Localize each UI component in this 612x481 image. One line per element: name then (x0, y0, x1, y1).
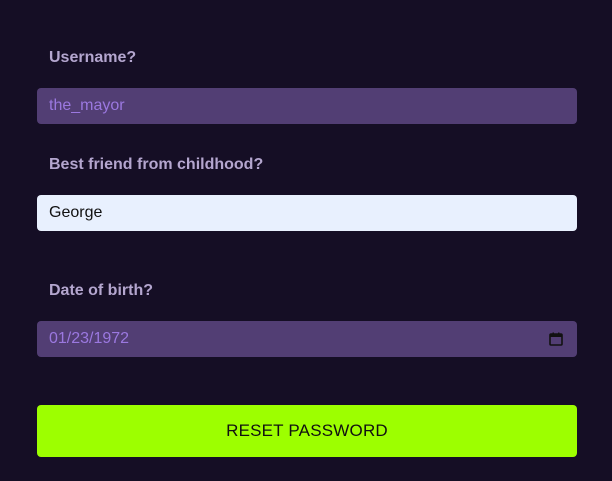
friend-value: George (49, 204, 103, 221)
reset-password-form: Username? the_mayor Best friend from chi… (0, 0, 612, 481)
dob-value: 01/23/1972 (49, 330, 130, 347)
friend-field[interactable]: George (37, 195, 577, 231)
username-value: the_mayor (49, 97, 125, 114)
friend-label: Best friend from childhood? (49, 156, 264, 173)
reset-password-button[interactable]: RESET PASSWORD (37, 405, 577, 457)
username-label: Username? (49, 49, 137, 66)
calendar-icon (549, 332, 563, 346)
dob-field: 01/23/1972 (37, 321, 577, 357)
username-field: the_mayor (37, 88, 577, 124)
dob-label: Date of birth? (49, 282, 153, 299)
